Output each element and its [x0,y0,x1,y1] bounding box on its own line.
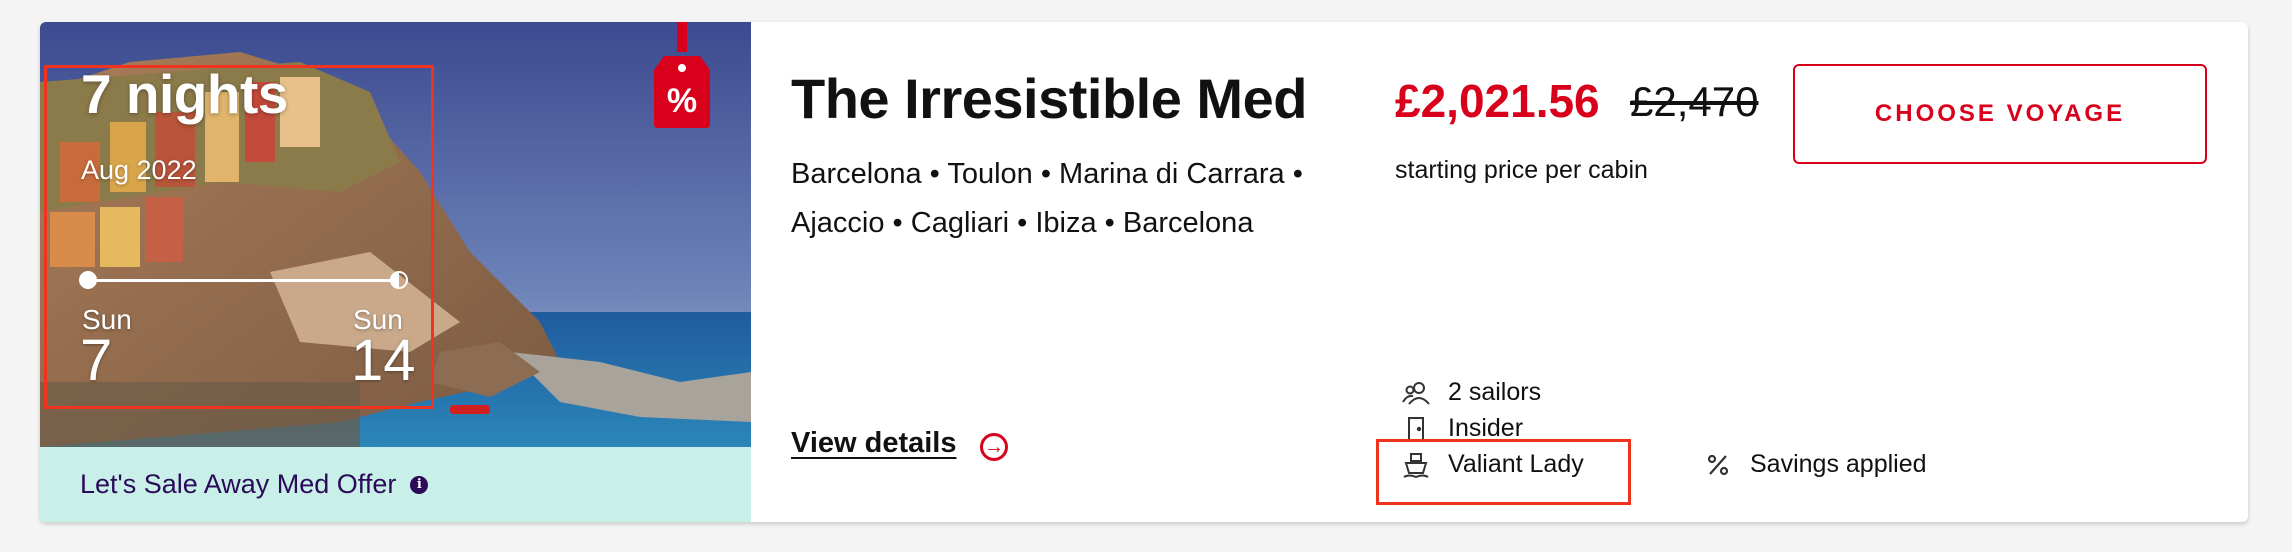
voyage-image-panel: 7 nights Aug 2022 Sun 7 Sun 14 % Let's S… [40,22,751,522]
sale-price: £2,021.56 [1395,75,1600,127]
arrow-right-icon[interactable]: → [980,433,1008,461]
savings-info: Savings applied [1704,450,1927,479]
people-icon [1402,381,1430,405]
svg-text:%: % [667,82,697,120]
view-details-link[interactable]: View details [791,427,957,460]
voyage-title: The Irresistible Med [791,67,1307,130]
original-price: £2,470 [1630,78,1759,125]
sailors-info: 2 sailors [1402,378,1541,407]
voyage-route: Barcelona • Toulon • Marina di Carrara •… [791,158,1303,239]
offer-text: Let's Sale Away Med Offer [80,469,397,499]
voyage-card: 7 nights Aug 2022 Sun 7 Sun 14 % Let's S… [40,22,2248,522]
price-note: starting price per cabin [1395,156,1648,184]
door-icon [1406,416,1426,441]
date-range-highlight [44,65,434,409]
sale-tag-icon: % [650,22,714,130]
ship-highlight [1376,439,1631,505]
sailors-count: 2 sailors [1448,378,1542,406]
info-icon[interactable]: i [410,475,429,494]
percent-icon [1707,454,1729,475]
offer-banner: Let's Sale Away Med Offer i [40,447,751,522]
choose-voyage-button[interactable]: CHOOSE VOYAGE [1793,64,2207,164]
savings-text: Savings applied [1750,450,1927,478]
